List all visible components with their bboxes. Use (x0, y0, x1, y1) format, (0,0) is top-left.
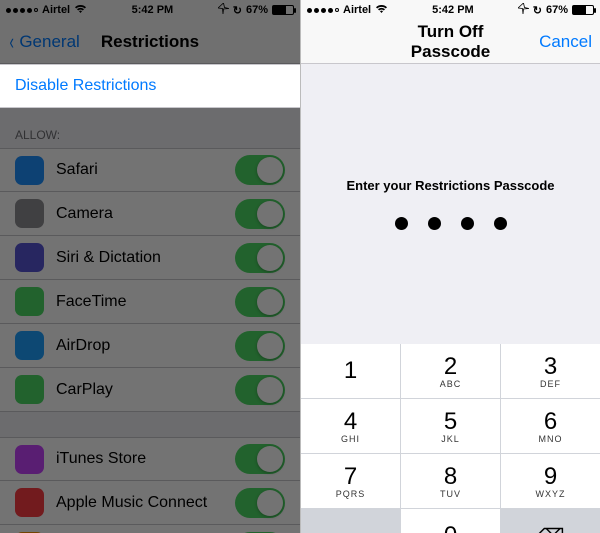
passcode-dots (395, 217, 507, 230)
toggle-switch[interactable] (235, 287, 285, 317)
status-bar: Airtel 5:42 PM ↻ 67% (301, 0, 600, 20)
keypad-key-0[interactable]: 0 (401, 509, 500, 533)
allow-row[interactable]: AirDrop (0, 324, 300, 368)
app-icon (15, 445, 44, 474)
app-icon (15, 287, 44, 316)
nav-bar: Turn Off Passcode Cancel (301, 20, 600, 64)
signal-icon (307, 8, 339, 13)
allow-row-label: Safari (56, 161, 223, 179)
allow-row[interactable]: iTunes Store (0, 437, 300, 481)
rotation-lock-icon: ↻ (533, 4, 542, 17)
toggle-switch[interactable] (235, 199, 285, 229)
clock: 5:42 PM (132, 4, 174, 16)
toggle-switch[interactable] (235, 155, 285, 185)
app-icon (15, 488, 44, 517)
toggle-switch[interactable] (235, 444, 285, 474)
allow-row-label: AirDrop (56, 337, 223, 355)
keypad-key-6[interactable]: 6MNO (501, 399, 600, 453)
keypad-key-5[interactable]: 5JKL (401, 399, 500, 453)
toggle-switch[interactable] (235, 375, 285, 405)
keypad-key-7[interactable]: 7PQRS (301, 454, 400, 508)
passcode-dot (461, 217, 474, 230)
keypad-key-4[interactable]: 4GHI (301, 399, 400, 453)
keypad-key-1[interactable]: 1 (301, 344, 400, 398)
carrier-label: Airtel (343, 4, 371, 16)
allow-row-label: Apple Music Connect (56, 494, 223, 512)
app-icon (15, 199, 44, 228)
app-icon (15, 375, 44, 404)
keypad-key-9[interactable]: 9WXYZ (501, 454, 600, 508)
battery-icon (272, 5, 294, 15)
passcode-dot (428, 217, 441, 230)
allow-row[interactable]: Apple Music Connect (0, 481, 300, 525)
back-label: General (19, 32, 79, 52)
signal-icon (6, 8, 38, 13)
toggle-switch[interactable] (235, 488, 285, 518)
wifi-icon (375, 4, 388, 17)
disable-restrictions-row[interactable]: Disable Restrictions (0, 64, 300, 108)
passcode-prompt: Enter your Restrictions Passcode (346, 178, 554, 193)
passcode-dot (395, 217, 408, 230)
allow-row-label: FaceTime (56, 293, 223, 311)
allow-row[interactable]: CarPlay (0, 368, 300, 412)
toggle-switch[interactable] (235, 243, 285, 273)
toggle-switch[interactable] (235, 331, 285, 361)
battery-icon (572, 5, 594, 15)
carrier-label: Airtel (42, 4, 70, 16)
keypad-blank (301, 509, 400, 533)
navigation-icon (218, 3, 229, 17)
allow-row-label: iTunes Store (56, 450, 223, 468)
cancel-button[interactable]: Cancel (498, 32, 592, 52)
left-screenshot: Airtel 5:42 PM ↻ 67% ‹ General Restricti… (0, 0, 300, 533)
allow-row-label: Camera (56, 205, 223, 223)
app-icon (15, 156, 44, 185)
allow-list-2: iTunes Store Apple Music Connect iBooks St… (0, 437, 300, 533)
battery-percentage: 67% (246, 4, 268, 16)
allow-row-label: Siri & Dictation (56, 249, 223, 267)
navigation-icon (518, 3, 529, 17)
app-icon (15, 331, 44, 360)
status-bar: Airtel 5:42 PM ↻ 67% (0, 0, 300, 20)
allow-row[interactable]: iBooks Store (0, 525, 300, 533)
allow-row[interactable]: Safari (0, 148, 300, 192)
right-screenshot: Airtel 5:42 PM ↻ 67% Turn Off Passcode C… (300, 0, 600, 533)
allow-section-header: ALLOW: (0, 108, 300, 148)
wifi-icon (74, 4, 87, 17)
battery-percentage: 67% (546, 4, 568, 16)
allow-list-1: Safari Camera Siri & Dictation FaceTime AirD… (0, 148, 300, 412)
allow-row[interactable]: Camera (0, 192, 300, 236)
page-title: Turn Off Passcode (403, 22, 497, 62)
numeric-keypad: 12ABC3DEF 4GHI5JKL6MNO 7PQRS8TUV9WXYZ0⌫ (301, 344, 600, 533)
page-title: Restrictions (101, 32, 199, 52)
allow-row[interactable]: FaceTime (0, 280, 300, 324)
nav-bar: ‹ General Restrictions (0, 20, 300, 64)
keypad-key-8[interactable]: 8TUV (401, 454, 500, 508)
rotation-lock-icon: ↻ (233, 4, 242, 17)
passcode-area: Enter your Restrictions Passcode (301, 64, 600, 344)
app-icon (15, 243, 44, 272)
passcode-dot (494, 217, 507, 230)
clock: 5:42 PM (432, 4, 474, 16)
backspace-icon[interactable]: ⌫ (501, 509, 600, 533)
keypad-key-3[interactable]: 3DEF (501, 344, 600, 398)
allow-row[interactable]: Siri & Dictation (0, 236, 300, 280)
chevron-left-icon: ‹ (9, 31, 13, 53)
allow-row-label: CarPlay (56, 381, 223, 399)
back-button[interactable]: ‹ General (8, 31, 101, 53)
disable-restrictions-label: Disable Restrictions (15, 77, 156, 95)
keypad-key-2[interactable]: 2ABC (401, 344, 500, 398)
